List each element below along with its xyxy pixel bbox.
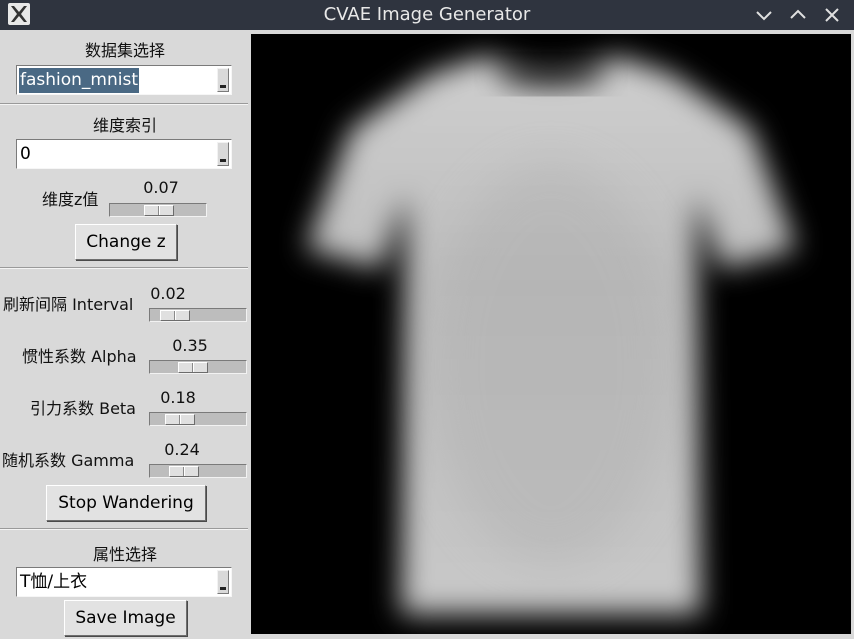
chevron-down-icon (756, 11, 772, 21)
change-z-button[interactable]: Change z (75, 224, 177, 260)
attribute-value: T恤/上衣 (20, 572, 88, 592)
separator (0, 267, 248, 269)
dimension-label: 维度索引 (92, 116, 157, 135)
separator (0, 528, 248, 530)
interval-label: 刷新间隔 Interval (3, 295, 134, 314)
dimension-combobox[interactable]: 0 (16, 139, 232, 169)
title-bar: CVAE Image Generator (0, 0, 854, 30)
beta-slider[interactable] (149, 412, 247, 426)
dropdown-arrow-icon[interactable] (217, 570, 229, 594)
maximize-button[interactable] (786, 3, 810, 27)
gamma-slider[interactable] (149, 464, 247, 478)
dataset-value: fashion_mnist (19, 68, 140, 93)
separator (0, 103, 248, 105)
stop-wandering-button[interactable]: Stop Wandering (46, 485, 206, 521)
alpha-value: 0.35 (172, 336, 208, 355)
dataset-combobox[interactable]: fashion_mnist (16, 65, 232, 95)
dropdown-arrow-icon[interactable] (217, 68, 229, 92)
interval-slider[interactable] (149, 308, 247, 322)
close-button[interactable] (820, 3, 844, 27)
z-slider-label: 维度z值 (42, 190, 99, 209)
gamma-value: 0.24 (164, 440, 200, 459)
slider-thumb[interactable] (178, 362, 208, 373)
z-slider[interactable] (109, 203, 207, 217)
z-slider-value: 0.07 (143, 178, 179, 197)
window-title: CVAE Image Generator (323, 4, 531, 25)
alpha-slider[interactable] (149, 360, 247, 374)
close-icon (825, 8, 839, 22)
control-panel: 数据集选择 fashion_mnist 维度索引 0 维度z值 0.07 Cha… (0, 33, 250, 639)
dropdown-arrow-icon[interactable] (217, 142, 229, 166)
save-image-button[interactable]: Save Image (64, 600, 187, 636)
generated-tshirt-image (306, 56, 796, 614)
generated-image-canvas (251, 34, 851, 634)
beta-value: 0.18 (160, 388, 196, 407)
interval-value: 0.02 (150, 284, 186, 303)
beta-label: 引力系数 Beta (30, 399, 136, 418)
gamma-label: 随机系数 Gamma (2, 451, 135, 470)
attribute-combobox[interactable]: T恤/上衣 (16, 567, 232, 597)
chevron-up-icon (790, 9, 806, 19)
slider-thumb[interactable] (165, 414, 195, 425)
slider-thumb[interactable] (169, 466, 199, 477)
dimension-value: 0 (20, 144, 31, 164)
dataset-label: 数据集选择 (84, 41, 165, 60)
slider-thumb[interactable] (160, 310, 190, 321)
attribute-label: 属性选择 (92, 545, 157, 564)
slider-thumb[interactable] (144, 205, 174, 216)
app-window: CVAE Image Generator 数据集选择 fashion_mnist… (0, 0, 854, 639)
minimize-button[interactable] (752, 3, 776, 27)
alpha-label: 惯性系数 Alpha (22, 347, 137, 366)
